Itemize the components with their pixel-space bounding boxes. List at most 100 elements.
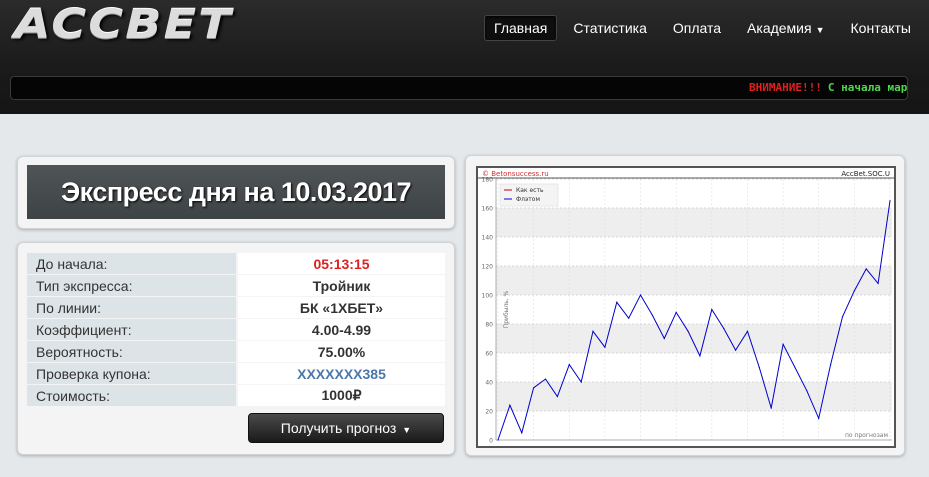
row-label-coupon-check: Проверка купона: (27, 363, 236, 384)
news-ticker: ВНИМАНИЕ!!! С начала мар (10, 76, 908, 100)
data-point (651, 314, 654, 316)
data-point (770, 407, 772, 409)
data-point (663, 337, 665, 340)
y-tick-label: 80 (485, 322, 493, 329)
data-point (687, 330, 689, 332)
nav-home[interactable]: Главная (484, 15, 558, 41)
nav-statistics-label: Статистика (573, 20, 647, 36)
row-label-start-in: До начала: (27, 253, 236, 274)
row-label-odds: Коэффициент: (27, 319, 236, 340)
data-point (758, 366, 760, 369)
grid-band (496, 324, 892, 353)
y-tick-label: 40 (485, 380, 493, 387)
x-axis-label: по прогнозам (845, 432, 888, 439)
y-axis-label: Прибыль, % (503, 290, 510, 328)
countdown-value: 05:13:15 (236, 253, 445, 274)
table-row: По линии: БК «1XБЕТ» (27, 297, 445, 318)
table-row: Стоимость: 1000₽ (27, 385, 445, 406)
coupon-check-link[interactable]: XXXXXXX385 (236, 363, 445, 384)
data-point (853, 290, 855, 292)
table-row: Коэффициент: 4.00-4.99 (27, 319, 445, 340)
logo[interactable]: ACCBET (14, 5, 233, 45)
data-point (746, 330, 749, 332)
price-value: 1000₽ (236, 385, 445, 406)
grid-band (496, 208, 892, 237)
data-point (889, 200, 891, 202)
nav-payment-label: Оплата (672, 20, 722, 36)
y-tick-label: 120 (482, 264, 494, 271)
nav-contacts-label: Контакты (850, 20, 911, 36)
express-title: Экспресс дня на 10.03.2017 (27, 165, 445, 219)
data-point (592, 330, 594, 332)
chart-watermark-left: © Betonsuccess.ru (482, 170, 549, 178)
table-row: Проверка купона: XXXXXXX385 (27, 363, 445, 384)
grid-band (496, 382, 892, 411)
nav-contacts[interactable]: Контакты (841, 15, 921, 41)
chevron-down-icon: ▼ (402, 425, 412, 435)
data-point (509, 404, 511, 406)
data-point (628, 317, 630, 319)
get-forecast-label: Получить прогноз (280, 420, 397, 436)
data-point (556, 395, 558, 398)
nav-statistics[interactable]: Статистика (563, 15, 657, 41)
data-point (734, 349, 737, 351)
legend-entry: Флэтом (516, 196, 540, 203)
y-tick-label: 100 (482, 293, 494, 300)
data-point (782, 343, 784, 345)
row-label-probability: Вероятность: (27, 341, 236, 362)
row-label-express-type: Тип экспресса: (27, 275, 236, 296)
table-row: До начала: 05:13:15 (27, 253, 445, 274)
y-tick-label: 0 (489, 438, 493, 445)
chart-svg: 020406080100120140160180© Betonsuccess.r… (478, 170, 894, 445)
ticker-message: С начала мар (827, 81, 908, 94)
y-tick-label: 20 (485, 409, 493, 416)
data-point (675, 311, 677, 313)
express-type-value: Тройник (236, 275, 445, 296)
data-point (806, 390, 808, 392)
data-point (699, 355, 701, 357)
grid-band (496, 266, 892, 295)
data-point (533, 387, 535, 389)
main-nav: Главная Статистика Оплата Академия ▼ Конт… (484, 15, 929, 41)
data-point (544, 378, 547, 380)
data-point (568, 364, 570, 366)
bookmaker-value: БК «1XБЕТ» (236, 297, 445, 318)
data-point (521, 432, 523, 434)
chevron-down-icon: ▼ (815, 25, 825, 35)
legend-entry: Как есть (516, 187, 544, 194)
site-header: ACCBET Главная Статистика Оплата Академи… (0, 0, 929, 114)
row-label-bookmaker: По линии: (27, 297, 236, 318)
odds-value: 4.00-4.99 (236, 319, 445, 340)
row-label-price: Стоимость: (27, 385, 236, 406)
nav-payment[interactable]: Оплата (663, 15, 731, 41)
y-tick-label: 60 (485, 351, 493, 358)
data-point (794, 366, 796, 369)
ticker-warning: ВНИМАНИЕ!!! (749, 81, 822, 94)
data-point (616, 301, 618, 303)
get-forecast-button[interactable]: Получить прогноз ▼ (248, 413, 444, 443)
nav-academy-label: Академия (747, 20, 812, 36)
data-point (639, 294, 642, 296)
nav-academy[interactable]: Академия ▼ (737, 15, 834, 41)
data-point (711, 308, 713, 311)
y-tick-label: 140 (482, 235, 494, 242)
express-title-panel: Экспресс дня на 10.03.2017 (17, 156, 455, 229)
express-info-table: До начала: 05:13:15 Тип экспресса: Тройн… (27, 252, 445, 407)
data-point (723, 327, 725, 329)
express-info-panel: До начала: 05:13:15 Тип экспресса: Тройн… (17, 242, 455, 455)
y-tick-label: 160 (482, 206, 494, 213)
data-point (830, 364, 832, 366)
table-row: Вероятность: 75.00% (27, 341, 445, 362)
profit-chart: 0 20 40 60 80 100 120 140 160 180 © Betonsuccess.r… (476, 166, 896, 448)
data-point (865, 268, 867, 270)
data-point (841, 316, 844, 318)
table-row: Тип экспресса: Тройник (27, 275, 445, 296)
data-point (818, 417, 820, 419)
probability-value: 75.00% (236, 341, 445, 362)
data-point (580, 381, 582, 383)
data-point (604, 346, 606, 348)
data-point (877, 282, 879, 284)
chart-watermark-right: AccBet.SOC.U (841, 170, 890, 178)
profit-chart-panel: 0 20 40 60 80 100 120 140 160 180 © Betonsuccess.r… (465, 155, 905, 456)
nav-home-label: Главная (494, 20, 548, 36)
